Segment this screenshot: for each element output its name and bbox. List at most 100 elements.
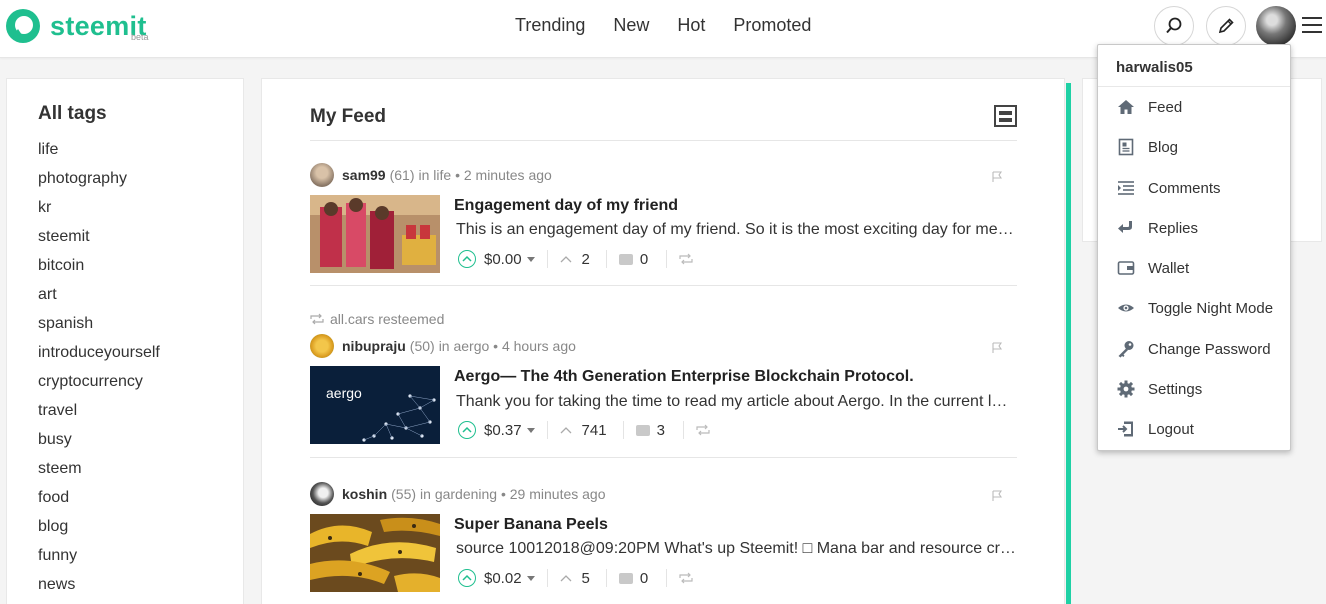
- payout-value[interactable]: $0.00: [484, 251, 522, 268]
- pencil-icon: [1218, 18, 1234, 34]
- tag-link[interactable]: steemit: [38, 227, 160, 256]
- resteem-icon[interactable]: [679, 572, 693, 584]
- menu-item-label: Wallet: [1148, 259, 1190, 277]
- author-reputation: (55): [391, 486, 417, 502]
- comment-icon[interactable]: [618, 253, 633, 265]
- resteem-text[interactable]: all.cars resteemed: [330, 311, 444, 327]
- tag-link[interactable]: spanish: [38, 314, 160, 343]
- layout-bar: [999, 111, 1012, 115]
- hamburger-line: [1302, 31, 1322, 33]
- stats-separator: [605, 250, 607, 268]
- comment-count[interactable]: 0: [640, 570, 648, 587]
- tag-link[interactable]: art: [38, 285, 160, 314]
- nav-trending[interactable]: Trending: [515, 15, 585, 36]
- upvote-button[interactable]: [458, 250, 476, 268]
- flag-icon[interactable]: [991, 171, 1003, 183]
- resteem-icon: [310, 313, 324, 325]
- post-thumbnail[interactable]: [310, 195, 440, 273]
- tag-link[interactable]: blog: [38, 517, 160, 546]
- gear-icon: [1117, 380, 1135, 398]
- tag-link[interactable]: busy: [38, 430, 160, 459]
- votes-chevron-icon: [560, 427, 572, 434]
- comment-count[interactable]: 0: [640, 251, 648, 268]
- search-button[interactable]: [1154, 6, 1194, 46]
- steemit-logo[interactable]: steemit: [4, 7, 147, 45]
- tag-link[interactable]: funny: [38, 546, 160, 575]
- menu-item-label: Logout: [1148, 420, 1194, 438]
- payout-dropdown-icon[interactable]: [526, 256, 535, 262]
- post-excerpt[interactable]: Thank you for taking the time to read my…: [456, 393, 1016, 411]
- menu-item-comments[interactable]: Comments: [1116, 178, 1221, 198]
- menu-item-blog[interactable]: Blog: [1116, 137, 1178, 157]
- reply-icon: [1118, 221, 1132, 233]
- stats-separator: [666, 569, 668, 587]
- post-title[interactable]: Super Banana Peels: [454, 516, 608, 534]
- vote-count[interactable]: 741: [582, 422, 607, 439]
- tag-link[interactable]: travel: [38, 401, 160, 430]
- menu-item-logout[interactable]: Logout: [1116, 419, 1194, 439]
- resteem-icon[interactable]: [679, 253, 693, 265]
- post-title[interactable]: Engagement day of my friend: [454, 197, 678, 215]
- resteem-icon[interactable]: [696, 424, 710, 436]
- tag-link[interactable]: news: [38, 575, 160, 604]
- author-name[interactable]: sam99: [342, 167, 386, 183]
- dropdown-username[interactable]: harwalis05: [1116, 59, 1193, 76]
- payout-value[interactable]: $0.02: [484, 570, 522, 587]
- stats-separator: [546, 421, 548, 439]
- nav-hot[interactable]: Hot: [677, 15, 705, 36]
- comment-count[interactable]: 3: [657, 422, 665, 439]
- tag-link[interactable]: introduceyourself: [38, 343, 160, 372]
- upvote-button[interactable]: [458, 421, 476, 439]
- layout-toggle-icon[interactable]: [994, 105, 1017, 127]
- menu-item-feed[interactable]: Feed: [1116, 97, 1182, 117]
- hamburger-menu-button[interactable]: [1302, 17, 1322, 35]
- post-excerpt[interactable]: source 10012018@09:20PM What's up Steemi…: [456, 540, 1016, 558]
- flag-icon[interactable]: [991, 490, 1003, 502]
- tag-link[interactable]: bitcoin: [38, 256, 160, 285]
- post-excerpt[interactable]: This is an engagement day of my friend. …: [456, 221, 1016, 239]
- tag-link[interactable]: photography: [38, 169, 160, 198]
- tag-link[interactable]: life: [38, 140, 160, 169]
- vote-count[interactable]: 5: [582, 570, 590, 587]
- post-thumbnail[interactable]: aergo: [310, 366, 440, 444]
- payout-dropdown-icon[interactable]: [526, 575, 535, 581]
- tag-link[interactable]: food: [38, 488, 160, 517]
- comments-icon: [1118, 181, 1134, 195]
- user-avatar-button[interactable]: [1256, 6, 1296, 46]
- resteem-note: all.cars resteemed: [310, 311, 444, 327]
- nav-new[interactable]: New: [613, 15, 649, 36]
- logout-icon: [1118, 421, 1133, 437]
- menu-item-change-password[interactable]: Change Password: [1116, 339, 1271, 359]
- upvote-button[interactable]: [458, 569, 476, 587]
- write-post-button[interactable]: [1206, 6, 1246, 46]
- author-avatar[interactable]: [310, 482, 334, 506]
- flag-icon[interactable]: [991, 342, 1003, 354]
- vote-count[interactable]: 2: [582, 251, 590, 268]
- post-thumbnail[interactable]: [310, 514, 440, 592]
- payout-dropdown-icon[interactable]: [526, 427, 535, 433]
- menu-item-replies[interactable]: Replies: [1116, 218, 1198, 238]
- menu-item-wallet[interactable]: Wallet: [1116, 258, 1189, 278]
- stats-separator: [605, 569, 607, 587]
- post-title[interactable]: Aergo— The 4th Generation Enterprise Blo…: [454, 368, 914, 386]
- tags-sidebar: All tags life photography kr steemit bit…: [6, 78, 244, 604]
- menu-item-settings[interactable]: Settings: [1116, 379, 1202, 399]
- comment-icon[interactable]: [635, 424, 650, 436]
- comment-icon[interactable]: [618, 572, 633, 584]
- dropdown-divider: [1098, 86, 1290, 87]
- nav-promoted[interactable]: Promoted: [733, 15, 811, 36]
- post-meta: sam99 (61) in life • 2 minutes ago: [310, 163, 552, 187]
- stats-separator: [682, 421, 684, 439]
- tag-link[interactable]: cryptocurrency: [38, 372, 160, 401]
- tag-link[interactable]: kr: [38, 198, 160, 227]
- author-name[interactable]: koshin: [342, 486, 387, 502]
- author-avatar[interactable]: [310, 334, 334, 358]
- stats-separator: [622, 421, 624, 439]
- payout-value[interactable]: $0.37: [484, 422, 522, 439]
- votes-chevron-icon: [560, 575, 572, 582]
- menu-item-night-mode[interactable]: Toggle Night Mode: [1116, 298, 1273, 318]
- tag-link[interactable]: steem: [38, 459, 160, 488]
- author-name[interactable]: nibupraju: [342, 338, 406, 354]
- post-meta: koshin (55) in gardening • 29 minutes ag…: [310, 482, 606, 506]
- author-avatar[interactable]: [310, 163, 334, 187]
